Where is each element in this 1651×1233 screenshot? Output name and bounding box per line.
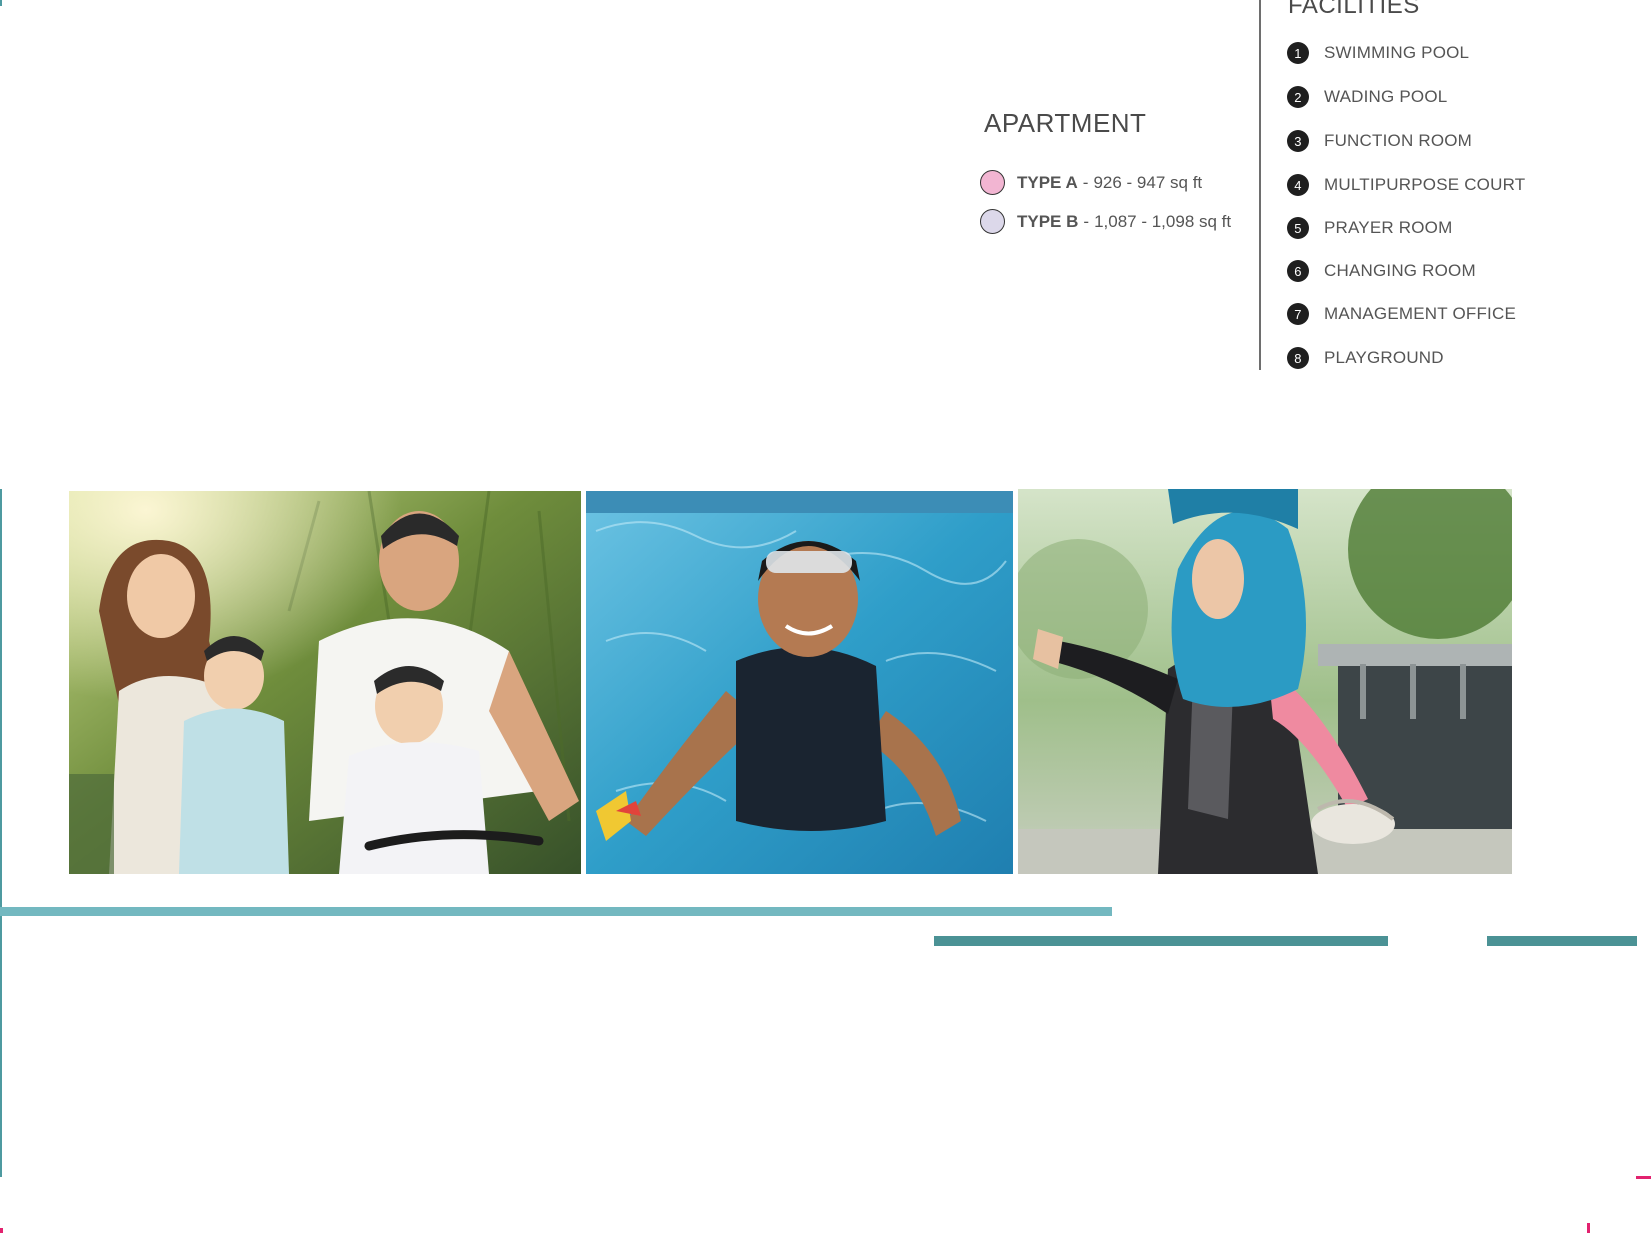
apartment-type-b: TYPE B - 1,087 - 1,098 sq ft	[980, 209, 1231, 234]
facility-item: 6 CHANGING ROOM	[1287, 260, 1476, 282]
facility-number-badge: 2	[1287, 86, 1309, 108]
facility-label: MULTIPURPOSE COURT	[1324, 175, 1526, 194]
teal-divider-long	[0, 907, 1112, 916]
type-a-swatch	[980, 170, 1005, 195]
facility-number-badge: 4	[1287, 174, 1309, 196]
facility-label: WADING POOL	[1324, 87, 1448, 106]
legend-divider	[1259, 0, 1261, 370]
facility-item: 7 MANAGEMENT OFFICE	[1287, 303, 1516, 325]
facility-item: 4 MULTIPURPOSE COURT	[1287, 174, 1525, 196]
teal-divider-mid	[934, 936, 1388, 946]
type-b-label: TYPE B	[1017, 211, 1079, 231]
pink-accent-corner	[0, 1228, 3, 1233]
facility-item: 5 PRAYER ROOM	[1287, 217, 1452, 239]
type-a-label: TYPE A	[1017, 172, 1078, 192]
type-a-separator: -	[1082, 172, 1089, 192]
type-a-size: 926 - 947 sq ft	[1093, 172, 1203, 192]
facility-number-badge: 6	[1287, 260, 1309, 282]
facility-item: 1 SWIMMING POOL	[1287, 42, 1469, 64]
left-border-line	[0, 489, 2, 1177]
facilities-heading: FACILITIES	[1288, 0, 1420, 19]
facility-label: MANAGEMENT OFFICE	[1324, 304, 1516, 323]
facility-number-badge: 5	[1287, 217, 1309, 239]
facility-label: PRAYER ROOM	[1324, 218, 1453, 237]
facility-label: SWIMMING POOL	[1324, 43, 1470, 62]
apartment-type-a: TYPE A - 926 - 947 sq ft	[980, 170, 1202, 195]
facility-number-badge: 8	[1287, 347, 1309, 369]
facility-label: PLAYGROUND	[1324, 348, 1444, 367]
teal-divider-right	[1487, 936, 1637, 946]
facility-item: 8 PLAYGROUND	[1287, 347, 1444, 369]
facility-number-badge: 3	[1287, 130, 1309, 152]
type-b-separator: -	[1083, 211, 1090, 231]
family-photo	[69, 491, 581, 874]
pink-accent-vertical	[1587, 1223, 1590, 1233]
type-b-swatch	[980, 209, 1005, 234]
facility-item: 3 FUNCTION ROOM	[1287, 130, 1472, 152]
corner-mark	[0, 0, 2, 6]
facility-label: FUNCTION ROOM	[1324, 131, 1473, 150]
pink-accent-horizontal	[1636, 1176, 1651, 1179]
exercise-photo	[1018, 489, 1512, 874]
swimming-photo	[586, 491, 1013, 874]
facility-item: 2 WADING POOL	[1287, 86, 1447, 108]
facility-number-badge: 7	[1287, 303, 1309, 325]
facility-label: CHANGING ROOM	[1324, 261, 1476, 280]
type-b-size: 1,087 - 1,098 sq ft	[1094, 211, 1232, 231]
facility-number-badge: 1	[1287, 42, 1309, 64]
apartment-heading: APARTMENT	[984, 108, 1147, 138]
